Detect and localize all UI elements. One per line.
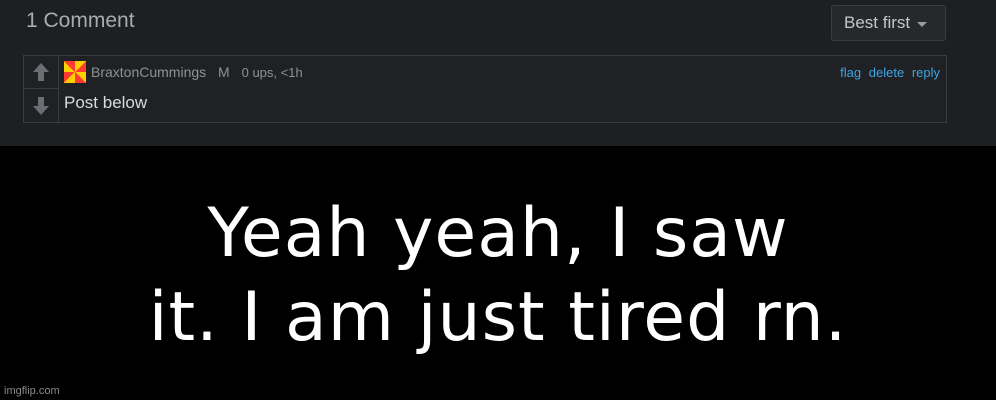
comment-count: 1 Comment [26, 9, 135, 32]
comment-stats: 0 ups, <1h [241, 65, 303, 80]
watermark: imgflip.com [4, 385, 60, 397]
comment-meta: BraxtonCummings M 0 ups, <1h [91, 64, 303, 80]
avatar[interactable] [64, 61, 86, 83]
sort-label: Best first [844, 13, 911, 32]
downvote-button[interactable] [24, 89, 58, 122]
downvote-arrow-icon [33, 96, 49, 115]
meme-caption-line: it. I am just tired rn. [148, 278, 848, 357]
caret-down-icon [917, 21, 928, 27]
username-link[interactable]: BraxtonCummings [91, 64, 206, 80]
gender-badge: M [218, 64, 230, 80]
comments-panel: 1 Comment Best first BraxtonCummings M 0… [0, 0, 996, 146]
meme-caption: Yeah yeah, I saw it. I am just tired rn. [0, 192, 996, 360]
meme-caption-line: Yeah yeah, I saw [207, 194, 789, 273]
delete-link[interactable]: delete [869, 65, 904, 80]
sort-dropdown[interactable]: Best first [831, 5, 946, 41]
reply-link[interactable]: reply [912, 65, 940, 80]
vote-column [24, 56, 59, 122]
flag-link[interactable]: flag [840, 65, 861, 80]
comment: BraxtonCummings M 0 ups, <1h flag delete… [23, 55, 947, 123]
upvote-arrow-icon [33, 63, 49, 81]
comment-text: Post below [64, 93, 148, 112]
comment-actions: flag delete reply [836, 65, 940, 80]
upvote-button[interactable] [24, 56, 58, 89]
